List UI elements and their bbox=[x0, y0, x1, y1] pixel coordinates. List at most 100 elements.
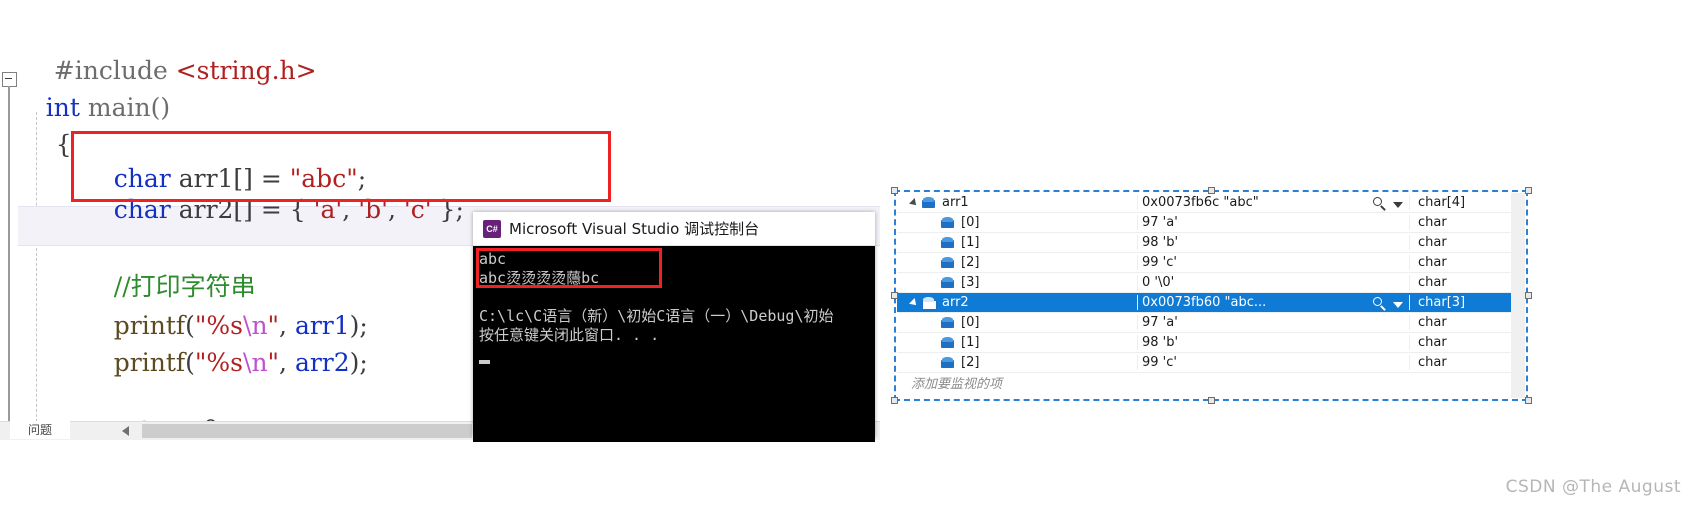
arr2-char-b: 'b' bbox=[358, 195, 388, 224]
add-watch-item-input[interactable]: 添加要监视的项 bbox=[897, 373, 1525, 392]
fold-guide-line bbox=[8, 86, 10, 440]
resize-handle-top-center[interactable] bbox=[1208, 187, 1215, 194]
watch-row-name-cell: [2] bbox=[897, 355, 1137, 370]
watch-row-type: char bbox=[1418, 275, 1447, 290]
watch-row-value: 98 'b' bbox=[1142, 235, 1179, 250]
paren-close-2: ); bbox=[349, 348, 368, 377]
resize-handle-bottom-center[interactable] bbox=[1208, 397, 1215, 404]
watch-row-label: arr1 bbox=[942, 195, 969, 210]
function-main: main() bbox=[87, 93, 171, 122]
watch-row-label: [0] bbox=[961, 215, 980, 230]
watch-row-type: char bbox=[1418, 255, 1447, 270]
watch-row[interactable]: arr1 0x0073fb6c "abc" char[4] bbox=[897, 193, 1525, 213]
magnifier-icon[interactable] bbox=[1373, 197, 1387, 211]
console-prompt-line: 按任意键关闭此窗口. . . bbox=[479, 326, 660, 344]
console-output: abc abc烫烫烫烫蘟bc C:\lc\C语言（新）\初始C语言（一）\Deb… bbox=[473, 246, 875, 442]
watch-panel[interactable]: arr1 0x0073fb6c "abc" char[4] [0] 97 'a' char… bbox=[897, 193, 1525, 398]
cube-icon bbox=[941, 257, 954, 268]
watch-row-value-cell[interactable]: 99 'c' bbox=[1137, 355, 1409, 370]
watch-row-value: 97 'a' bbox=[1142, 215, 1178, 230]
add-watch-item-placeholder: 添加要监视的项 bbox=[911, 377, 1003, 392]
resize-handle-top-right[interactable] bbox=[1525, 187, 1532, 194]
watch-row-value: 99 'c' bbox=[1142, 255, 1177, 270]
watch-row[interactable]: [2] 99 'c' char bbox=[897, 353, 1525, 373]
console-path-line: C:\lc\C语言（新）\初始C语言（一）\Debug\初始 bbox=[479, 307, 834, 325]
watch-row-value-cell[interactable]: 0 '\0' bbox=[1137, 275, 1409, 290]
resize-handle-bottom-left[interactable] bbox=[891, 397, 898, 404]
code-line-printf-arr2: printf("%s\n", arr2); bbox=[82, 325, 368, 400]
format-specifier-2: %s bbox=[206, 348, 244, 377]
watch-row-label: [3] bbox=[961, 275, 980, 290]
watch-row-value-cell[interactable]: 98 'b' bbox=[1137, 235, 1409, 250]
brace-open: { bbox=[55, 130, 72, 159]
watch-row-name-cell: [1] bbox=[897, 235, 1137, 250]
watch-row[interactable]: [2] 99 'c' char bbox=[897, 253, 1525, 273]
watch-row-value: 0 '\0' bbox=[1142, 275, 1175, 290]
expander-triangle-icon[interactable] bbox=[909, 197, 919, 208]
watch-row-value: 0x0073fb6c "abc" bbox=[1142, 195, 1259, 210]
visual-studio-icon: C# bbox=[483, 219, 501, 238]
chevron-down-icon[interactable] bbox=[1393, 202, 1403, 208]
debug-console-window[interactable]: C# Microsoft Visual Studio 调试控制台 abc abc… bbox=[473, 212, 875, 442]
scrollbar-thumb[interactable] bbox=[142, 424, 472, 438]
watch-row-type-cell: char bbox=[1409, 235, 1525, 250]
watch-row-type-cell: char bbox=[1409, 255, 1525, 270]
watch-row-type-cell: char[4] bbox=[1409, 195, 1525, 210]
watch-row-label: arr2 bbox=[942, 295, 969, 310]
console-cursor bbox=[479, 360, 490, 364]
watch-row[interactable]: [1] 98 'b' char bbox=[897, 333, 1525, 353]
argument-arr2: arr2 bbox=[294, 348, 350, 377]
resize-handle-middle-left[interactable] bbox=[891, 292, 898, 299]
editor-gutter bbox=[0, 0, 12, 440]
watch-row-value-cell[interactable]: 97 'a' bbox=[1137, 215, 1409, 230]
console-title: Microsoft Visual Studio 调试控制台 bbox=[509, 220, 760, 238]
include-header: <string.h> bbox=[175, 56, 317, 85]
console-output-line-1: abc bbox=[479, 250, 507, 268]
watch-row-value-cell[interactable]: 0x0073fb6c "abc" bbox=[1137, 195, 1409, 211]
watch-row[interactable]: arr2 0x0073fb60 "abc... char[3] bbox=[897, 293, 1525, 313]
watch-row[interactable]: [0] 97 'a' char bbox=[897, 313, 1525, 333]
magnifier-icon[interactable] bbox=[1373, 297, 1387, 311]
watch-row-name-cell: arr2 bbox=[897, 295, 1137, 310]
cube-icon bbox=[941, 357, 954, 368]
resize-handle-middle-right[interactable] bbox=[1525, 292, 1532, 299]
paren-open-2: ( bbox=[185, 348, 195, 377]
cube-icon-hollow bbox=[922, 297, 937, 310]
watch-row[interactable]: [1] 98 'b' char bbox=[897, 233, 1525, 253]
watch-row-value-cell[interactable]: 0x0073fb60 "abc... bbox=[1137, 295, 1409, 311]
expander-triangle-icon[interactable] bbox=[909, 297, 919, 308]
watch-row-type-cell: char[3] bbox=[1409, 295, 1525, 310]
watch-row-type-cell: char bbox=[1409, 355, 1525, 370]
quote-close-2: " bbox=[267, 348, 280, 377]
watch-row-name-cell: [0] bbox=[897, 215, 1137, 230]
watch-row-value-cell[interactable]: 98 'b' bbox=[1137, 335, 1409, 350]
resize-handle-top-left[interactable] bbox=[891, 187, 898, 194]
watch-vertical-scrollbar[interactable] bbox=[1511, 193, 1525, 398]
code-line-open-brace: { bbox=[24, 107, 72, 182]
scroll-left-arrow-icon[interactable] bbox=[122, 426, 129, 436]
keyword-char-2: char bbox=[113, 195, 171, 224]
chevron-down-icon[interactable] bbox=[1393, 302, 1403, 308]
watch-row[interactable]: [3] 0 '\0' char bbox=[897, 273, 1525, 293]
function-printf-2: printf bbox=[113, 348, 186, 377]
watch-row-value: 97 'a' bbox=[1142, 315, 1178, 330]
console-titlebar[interactable]: C# Microsoft Visual Studio 调试控制台 bbox=[473, 212, 875, 246]
escape-newline-2: \n bbox=[243, 348, 268, 377]
problems-tab[interactable]: 问题 bbox=[10, 421, 70, 439]
watch-row-name-cell: arr1 bbox=[897, 195, 1137, 210]
watch-row-value-cell[interactable]: 99 'c' bbox=[1137, 255, 1409, 270]
watch-row-label: [1] bbox=[961, 335, 980, 350]
cube-icon bbox=[941, 217, 954, 228]
csdn-watermark: CSDN @The August bbox=[1505, 477, 1681, 497]
cube-icon bbox=[922, 197, 935, 208]
arr2-char-a: 'a' bbox=[313, 195, 343, 224]
watch-row-value-cell[interactable]: 97 'a' bbox=[1137, 315, 1409, 330]
watch-row-type: char bbox=[1418, 315, 1447, 330]
resize-handle-bottom-right[interactable] bbox=[1525, 397, 1532, 404]
watch-row-name-cell: [3] bbox=[897, 275, 1137, 290]
watch-row-label: [0] bbox=[961, 315, 980, 330]
watch-row-type-cell: char bbox=[1409, 215, 1525, 230]
watch-row-value: 0x0073fb60 "abc... bbox=[1142, 295, 1267, 310]
watch-row[interactable]: [0] 97 'a' char bbox=[897, 213, 1525, 233]
comma-2: , bbox=[387, 195, 404, 224]
